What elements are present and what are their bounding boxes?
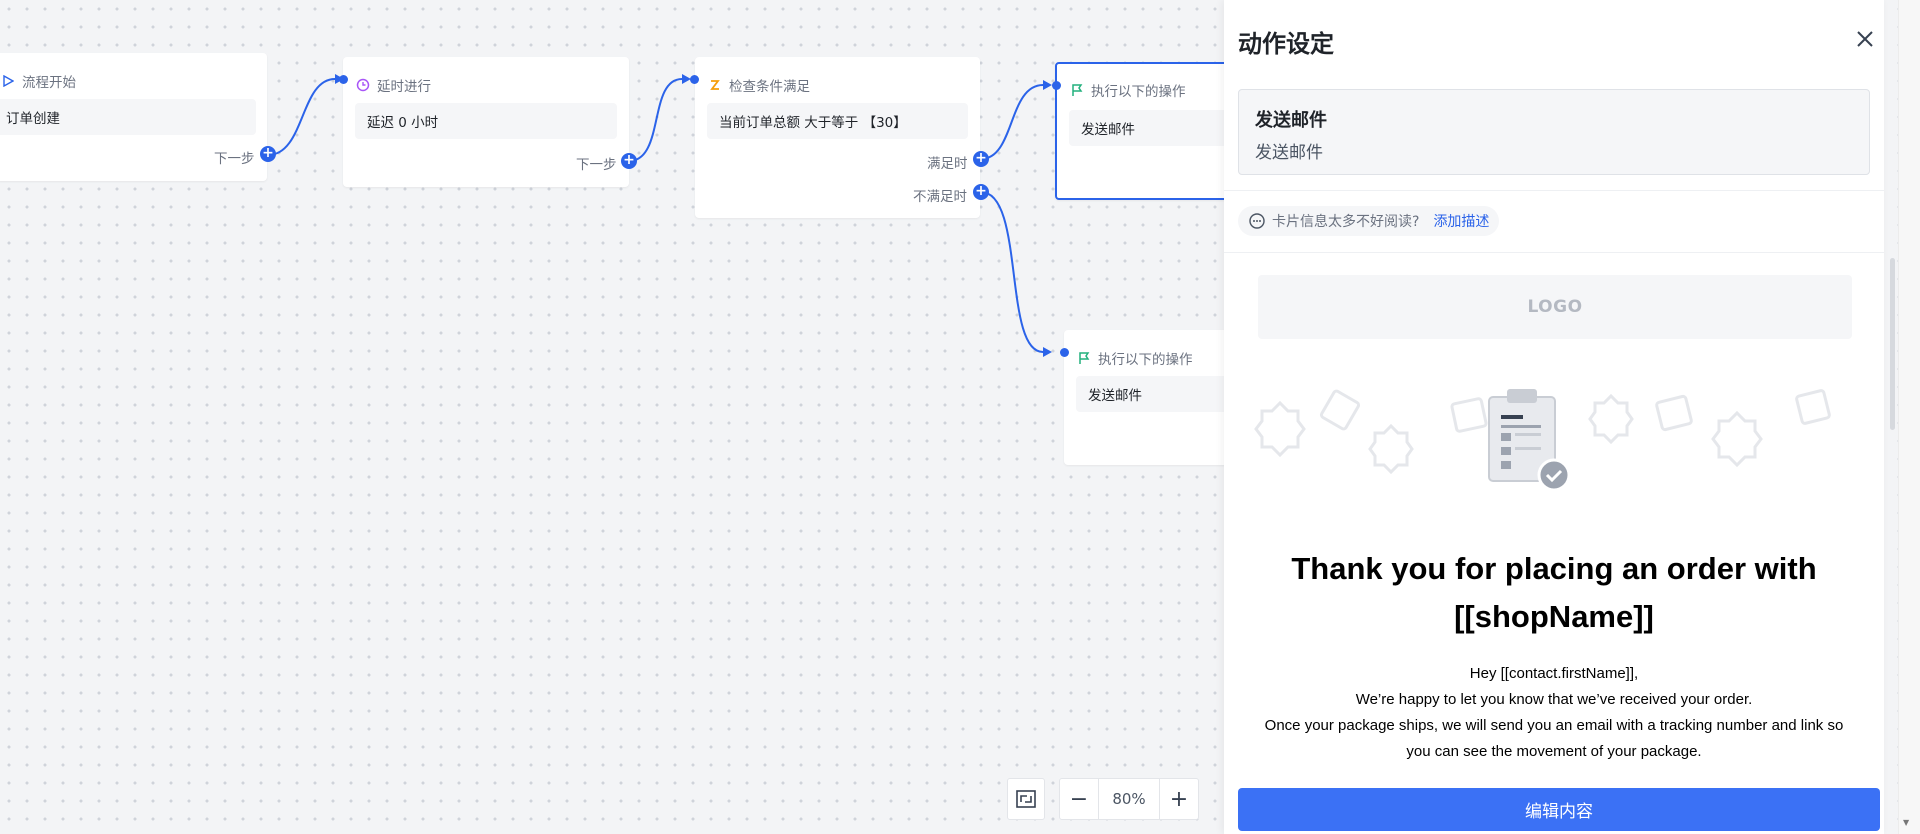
node-title: 检查条件满足 bbox=[729, 79, 810, 95]
zoom-control: − 80% + bbox=[1059, 778, 1199, 820]
node-action-no[interactable]: 执行以下的操作 发送邮件 bbox=[1064, 330, 1244, 465]
bag-icon bbox=[1795, 389, 1831, 425]
bag-icon bbox=[1450, 397, 1488, 433]
input-port[interactable] bbox=[1060, 348, 1069, 357]
email-body-line: Hey [[contact.firstName]], bbox=[1469, 665, 1639, 682]
action-settings-panel: 动作设定 发送邮件 发送邮件 卡片信息太多不好阅读? 添加描述 LOGO Tha… bbox=[1224, 0, 1884, 834]
card-title: 发送邮件 bbox=[1255, 110, 1327, 131]
comment-icon bbox=[1248, 212, 1266, 230]
card-subtitle: 发送邮件 bbox=[1255, 143, 1323, 163]
clipboard-check-icon bbox=[1488, 389, 1571, 492]
panel-title: 动作设定 bbox=[1238, 30, 1334, 58]
node-delay[interactable]: 延时进行 延迟 0 小时 下一步 bbox=[343, 57, 629, 187]
edge-arrow bbox=[1043, 347, 1052, 357]
node-body: 当前订单总额 大于等于 【30】 bbox=[707, 103, 968, 139]
preview-scrollbar[interactable] bbox=[1890, 258, 1895, 430]
action-card[interactable]: 发送邮件 发送邮件 bbox=[1238, 89, 1870, 175]
flow-canvas[interactable]: 流程开始 订单创建 下一步 + 延时进行 延迟 0 小时 下一步 + 检查条件满… bbox=[0, 0, 1245, 834]
logo-placeholder: LOGO bbox=[1258, 275, 1852, 339]
port-label-no: 不满足时 bbox=[913, 189, 967, 205]
email-body-line: We’re happy to let you know that we’ve r… bbox=[1355, 691, 1753, 708]
edge-delay-to-condition bbox=[628, 78, 683, 162]
add-step-button-no[interactable]: + bbox=[973, 184, 989, 200]
zoom-level: 80% bbox=[1098, 779, 1160, 819]
port-label-next: 下一步 bbox=[214, 151, 255, 167]
node-action-yes[interactable]: 执行以下的操作 发送邮件 bbox=[1055, 62, 1245, 200]
edge-condition-yes bbox=[980, 84, 1044, 160]
description-hint: 卡片信息太多不好阅读? 添加描述 bbox=[1238, 206, 1500, 236]
bag-icon bbox=[1655, 394, 1693, 432]
input-port[interactable] bbox=[1052, 81, 1061, 90]
fit-view-icon bbox=[1016, 790, 1036, 808]
edit-content-button[interactable]: 编辑内容 bbox=[1238, 788, 1880, 831]
node-title: 执行以下的操作 bbox=[1098, 352, 1193, 368]
node-body: 发送邮件 bbox=[1076, 376, 1244, 412]
node-condition[interactable]: 检查条件满足 当前订单总额 大于等于 【30】 满足时 不满足时 bbox=[695, 57, 980, 218]
clock-icon bbox=[355, 77, 371, 93]
edge-condition-no bbox=[980, 191, 1044, 353]
input-port[interactable] bbox=[690, 75, 699, 84]
fit-view-button[interactable] bbox=[1007, 778, 1045, 820]
add-step-button-yes[interactable]: + bbox=[973, 151, 989, 167]
flag-icon bbox=[1076, 350, 1092, 366]
node-body: 发送邮件 bbox=[1069, 110, 1243, 146]
node-body: 订单创建 bbox=[0, 99, 256, 135]
email-heading-line: Thank you for placing an order with bbox=[1291, 551, 1817, 586]
node-title: 延时进行 bbox=[377, 79, 431, 95]
close-icon[interactable] bbox=[1854, 28, 1876, 50]
edge-arrow bbox=[1043, 80, 1052, 90]
email-body: Hey [[contact.firstName]], We’re happy t… bbox=[1264, 661, 1844, 765]
zoom-out-button[interactable]: − bbox=[1060, 779, 1098, 819]
discount-badge-icon bbox=[1588, 393, 1634, 445]
port-label-yes: 满足时 bbox=[927, 156, 968, 172]
play-outline-icon bbox=[0, 73, 16, 89]
scroll-down-icon[interactable]: ▼ bbox=[1903, 818, 1909, 827]
discount-badge-icon bbox=[1368, 423, 1414, 475]
node-title: 执行以下的操作 bbox=[1091, 84, 1186, 100]
email-heading: Thank you for placing an order with [[sh… bbox=[1254, 545, 1854, 641]
hint-text: 卡片信息太多不好阅读? bbox=[1272, 214, 1420, 230]
add-step-button[interactable]: + bbox=[260, 146, 276, 162]
tag-icon bbox=[1319, 389, 1361, 431]
input-port[interactable] bbox=[339, 75, 348, 84]
branch-icon bbox=[707, 77, 723, 93]
discount-badge-icon bbox=[1254, 400, 1306, 458]
flag-icon bbox=[1069, 82, 1085, 98]
page-scrollbar[interactable] bbox=[1898, 0, 1920, 834]
node-body: 延迟 0 小时 bbox=[355, 103, 617, 139]
add-description-link[interactable]: 添加描述 bbox=[1433, 211, 1489, 231]
email-body-line: you can see the movement of your package… bbox=[1406, 743, 1702, 760]
zoom-in-button[interactable]: + bbox=[1160, 779, 1198, 819]
node-flow-start[interactable]: 流程开始 订单创建 下一步 bbox=[0, 53, 267, 181]
node-title: 流程开始 bbox=[22, 75, 76, 91]
divider bbox=[1224, 190, 1884, 191]
port-label-next: 下一步 bbox=[576, 157, 617, 173]
discount-badge-icon bbox=[1711, 410, 1763, 468]
email-body-line: Once your package ships, we will send yo… bbox=[1264, 717, 1844, 734]
edge-start-to-delay bbox=[267, 78, 336, 156]
order-illustration bbox=[1254, 389, 1831, 492]
email-preview: LOGO Thank you for placing an order with… bbox=[1224, 253, 1884, 783]
add-step-button[interactable]: + bbox=[621, 153, 637, 169]
email-heading-line: [[shopName]] bbox=[1454, 599, 1654, 634]
